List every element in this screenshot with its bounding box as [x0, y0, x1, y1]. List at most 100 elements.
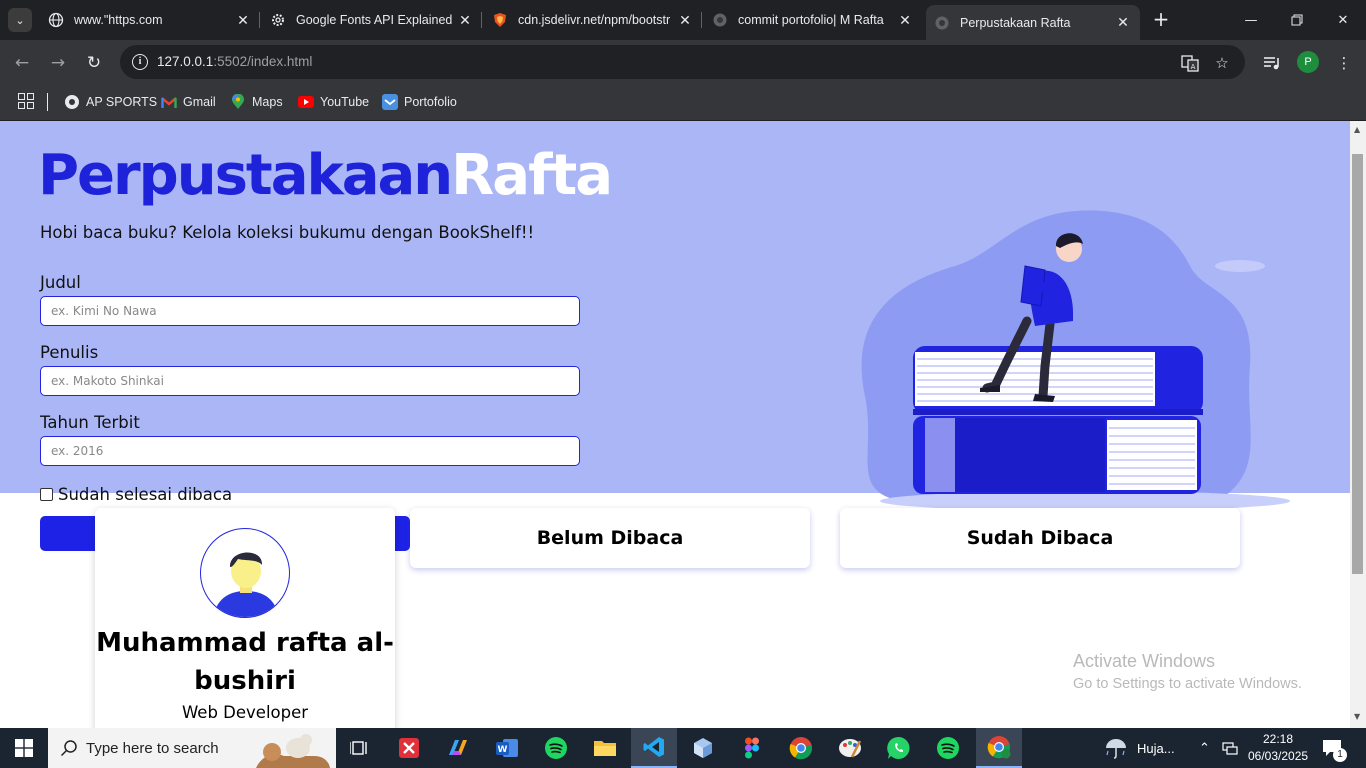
forward-button[interactable]: → [45, 50, 71, 76]
system-clock[interactable]: 22:18 06/03/2025 [1248, 731, 1308, 765]
clock-date: 06/03/2025 [1248, 749, 1309, 763]
bookmark-ap-sports[interactable]: AP SPORTS [64, 91, 157, 113]
activate-windows-subtitle: Go to Settings to activate Windows. [1073, 676, 1302, 692]
complete-checkbox[interactable] [40, 488, 53, 501]
title-label: Judul [40, 273, 81, 292]
bookmark-youtube[interactable]: YouTube [298, 91, 369, 113]
tab-divider [701, 12, 702, 28]
close-tab-icon[interactable]: ✕ [456, 12, 474, 29]
year-label: Tahun Terbit [40, 413, 140, 432]
chevron-down-icon: ⌄ [15, 13, 25, 27]
tagline: Hobi baca buku? Kelola koleksi bukumu de… [40, 223, 535, 242]
start-button[interactable] [0, 728, 48, 768]
arrow-left-icon: ← [14, 53, 30, 73]
tab-active[interactable]: Perpustakaan Rafta ✕ [926, 5, 1140, 40]
close-tab-icon[interactable]: ✕ [234, 12, 252, 29]
read-shelf-button[interactable]: Sudah Dibaca [840, 508, 1240, 568]
bookmark-label: AP SPORTS [86, 95, 158, 109]
close-tab-icon[interactable]: ✕ [1114, 14, 1132, 31]
notification-count-badge: 1 [1333, 748, 1347, 762]
close-window-button[interactable]: ✕ [1320, 0, 1366, 40]
media-control-icon[interactable] [1261, 52, 1283, 74]
spotify-icon[interactable] [533, 728, 579, 768]
tab-search-button[interactable]: ⌄ [8, 8, 32, 32]
search-highlight-icon [256, 734, 330, 768]
chrome-profile-icon[interactable] [976, 728, 1022, 768]
notification-center[interactable]: 1 [1322, 728, 1347, 768]
box-app-icon[interactable] [680, 728, 726, 768]
reload-icon: ↻ [86, 53, 102, 73]
bookmark-star-icon[interactable]: ☆ [1212, 53, 1232, 73]
tab-4[interactable]: commit portofolio| M Rafta ✕ [704, 6, 922, 34]
gmail-icon [161, 94, 177, 110]
complete-checkbox-row[interactable]: Sudah selesai dibaca [40, 485, 232, 504]
translate-icon[interactable]: A [1180, 53, 1200, 73]
arrow-right-icon: → [50, 53, 66, 73]
page-scrollbar[interactable]: ▲ ▼ [1350, 121, 1366, 728]
plus-icon: + [1152, 7, 1170, 31]
scroll-down-icon[interactable]: ▼ [1354, 712, 1360, 721]
close-tab-icon[interactable]: ✕ [896, 12, 914, 29]
globe-icon [64, 94, 80, 110]
back-button[interactable]: ← [9, 50, 35, 76]
chrome-icon[interactable] [778, 728, 824, 768]
globe-icon [48, 12, 64, 28]
minimize-button[interactable]: — [1228, 0, 1274, 40]
svg-text:W: W [498, 745, 508, 755]
snipping-tool-icon[interactable] [386, 728, 432, 768]
activate-windows-title: Activate Windows [1073, 651, 1216, 671]
more-menu-icon[interactable]: ⋮ [1333, 52, 1355, 74]
close-tab-icon[interactable]: ✕ [676, 12, 694, 29]
settings-gear-icon [270, 12, 286, 28]
title-input[interactable] [40, 296, 580, 326]
site-info-icon[interactable]: i [132, 54, 148, 70]
tab-divider [481, 12, 482, 28]
url-text[interactable]: 127.0.0.1:5502/index.html [157, 54, 312, 69]
clock-time: 22:18 [1262, 732, 1294, 746]
complete-label: Sudah selesai dibaca [58, 485, 233, 504]
shield-icon [492, 12, 508, 28]
unread-shelf-button[interactable]: Belum Dibaca [410, 508, 810, 568]
apps-grid-icon[interactable] [18, 93, 34, 109]
page-title: PerpustakaanRafta [38, 143, 613, 208]
tab-2[interactable]: Google Fonts API Explained ✕ [262, 6, 482, 34]
tab-3[interactable]: cdn.jsdelivr.net/npm/bootstr ✕ [484, 6, 702, 34]
author-label: Penulis [40, 343, 99, 362]
file-explorer-icon[interactable] [582, 728, 628, 768]
show-hidden-icons[interactable]: ⌃ [1199, 728, 1210, 768]
scroll-thumb[interactable] [1352, 154, 1363, 574]
hero-section: PerpustakaanRafta Hobi baca buku? Kelola… [0, 121, 1350, 515]
weather-widget[interactable]: Huja... [1104, 728, 1175, 768]
copilot-icon[interactable] [435, 728, 481, 768]
bookmark-portofolio[interactable]: Portofolio [382, 91, 457, 113]
globe-icon [712, 12, 728, 28]
tab-1[interactable]: www."https.com ✕ [40, 6, 260, 34]
url-host: 127.0.0.1 [157, 54, 214, 69]
spotify-icon[interactable] [925, 728, 971, 768]
reload-button[interactable]: ↻ [81, 50, 107, 76]
bookmark-gmail[interactable]: Gmail [161, 91, 216, 113]
search-placeholder: Type here to search [86, 739, 219, 757]
paint-app-icon[interactable] [827, 728, 873, 768]
network-icon[interactable] [1222, 728, 1238, 768]
tab-title: commit portofolio| M Rafta [738, 13, 884, 27]
bookmarks-bar: AP SPORTS Gmail Maps YouTube Portofolio [0, 85, 1366, 121]
word-icon[interactable]: W [484, 728, 530, 768]
task-view-icon[interactable] [337, 728, 383, 768]
whatsapp-icon[interactable] [876, 728, 922, 768]
profile-avatar-button[interactable]: P [1297, 51, 1319, 73]
new-tab-button[interactable]: + [1150, 8, 1172, 30]
taskbar-search[interactable]: Type here to search [48, 728, 336, 768]
chevron-up-icon: ⌃ [1199, 740, 1210, 755]
tab-title: Perpustakaan Rafta [960, 15, 1071, 30]
address-bar[interactable]: i 127.0.0.1:5502/index.html A ☆ [120, 45, 1245, 79]
author-input[interactable] [40, 366, 580, 396]
maps-icon [230, 94, 246, 110]
scroll-up-icon[interactable]: ▲ [1354, 125, 1360, 134]
bookmark-label: Gmail [183, 95, 216, 109]
year-input[interactable] [40, 436, 580, 466]
restore-button[interactable] [1274, 0, 1320, 40]
bookmark-maps[interactable]: Maps [230, 91, 283, 113]
vscode-icon[interactable] [631, 728, 677, 768]
figma-icon[interactable] [729, 728, 775, 768]
